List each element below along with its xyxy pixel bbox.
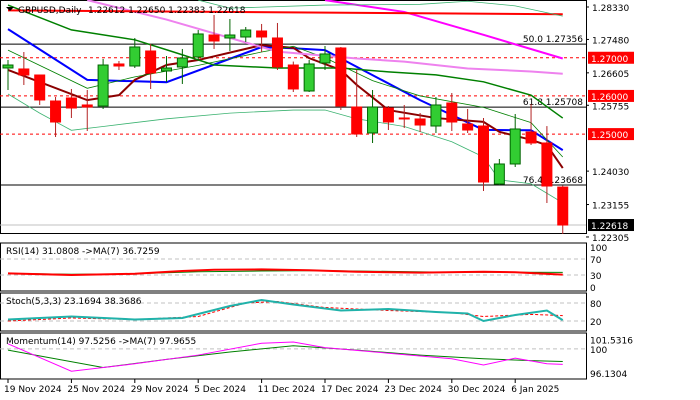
candle-body: [2, 64, 14, 69]
candle-body: [97, 64, 109, 107]
candle-body: [65, 97, 77, 109]
candle-body: [145, 50, 157, 74]
candle-body: [525, 131, 537, 144]
level-label: 1.27000: [591, 55, 628, 65]
candle-body: [224, 34, 236, 39]
stoch-title: Stoch(5,3,3) 23.1694 38.3686: [6, 297, 142, 307]
level-label: 1.25000: [591, 131, 628, 141]
current-price-label: 1.22618: [591, 222, 628, 232]
fib-label: 61.8 1.25708: [523, 98, 583, 108]
candle-body: [509, 128, 521, 165]
rsi-pane[interactable]: RSI(14) 31.0808 ->MA(7) 36.7259 100 70 30 0: [0, 242, 607, 294]
y-tick-label: 100: [590, 244, 607, 254]
candle-body: [256, 30, 268, 38]
candle: [303, 60, 315, 92]
y-tick-label: 101.5316: [590, 336, 633, 346]
price-chart: 1.270001.260001.2500050.0 1.2735661.8 1.…: [0, 0, 700, 400]
x-tick-label: 19 Nov 2024: [4, 385, 62, 395]
x-tick-label: 5 Dec 2024: [194, 385, 246, 395]
candle-body: [351, 106, 363, 135]
x-tick-label: 17 Dec 2024: [321, 385, 379, 395]
momentum-pane[interactable]: Momentum(14) 97.5256 ->MA(7) 97.9655 101.…: [0, 332, 633, 380]
candle-body: [557, 186, 569, 226]
candle-body: [176, 57, 188, 68]
candle-body: [414, 118, 426, 126]
candle-body: [113, 63, 125, 67]
candle-body: [34, 74, 46, 101]
y-tick-label: 1.28330: [592, 4, 629, 14]
candle-body: [430, 104, 442, 127]
mom-title: Momentum(14) 97.5256 ->MA(7) 97.9655: [6, 337, 196, 347]
y-tick-label: 20: [590, 318, 602, 328]
y-tick-label: 70: [590, 256, 602, 266]
candle-body: [161, 67, 172, 72]
candle-body: [446, 102, 458, 123]
y-tick-label: 0: [590, 284, 596, 294]
chart-header: GBPUSD,Daily 1.22612 1.22650 1.22383 1.2…: [6, 6, 246, 16]
candle-body: [287, 64, 299, 90]
candle-body: [462, 123, 474, 131]
candle-body: [240, 29, 252, 38]
candle-body: [398, 117, 410, 120]
candle-body: [478, 125, 489, 183]
y-tick-label: 1.25755: [592, 102, 629, 112]
candle-body: [50, 100, 62, 123]
y-tick-label: 1.26605: [592, 70, 629, 80]
candle-body: [129, 46, 141, 67]
candle-body: [208, 34, 220, 42]
x-tick-label: 29 Nov 2024: [131, 385, 189, 395]
symbol-title: GBPUSD,Daily: [18, 6, 82, 16]
y-tick-label: 80: [590, 300, 602, 310]
candle-body: [319, 53, 331, 64]
x-tick-label: 30 Dec 2024: [448, 385, 506, 395]
x-tick-label: 23 Dec 2024: [384, 385, 442, 395]
candle-body: [192, 33, 204, 58]
y-tick-label: 1.22305: [592, 234, 629, 244]
candle: [335, 46, 347, 111]
y-tick-label: 100: [590, 346, 607, 356]
y-tick-label: 1.24030: [592, 168, 629, 178]
fib-label: 50.0 1.27356: [523, 35, 583, 45]
candle: [97, 58, 109, 109]
candle-body: [382, 107, 394, 123]
y-tick-label: 1.27480: [592, 36, 629, 46]
candle-body: [303, 63, 315, 92]
candle: [478, 117, 489, 192]
x-tick-label: 11 Dec 2024: [258, 385, 316, 395]
candle: [192, 30, 204, 61]
candle-body: [367, 106, 379, 134]
candle-body: [541, 142, 553, 187]
candle-body: [18, 68, 30, 76]
y-tick-label: 96.1304: [590, 370, 627, 380]
candle-body: [335, 47, 347, 107]
x-tick-label: 25 Nov 2024: [67, 385, 125, 395]
candle: [287, 61, 299, 92]
ohlc-readout: 1.22612 1.22650 1.22383 1.22618: [88, 6, 246, 16]
stochastic-pane[interactable]: Stoch(5,3,3) 23.1694 38.3686 80 20: [0, 292, 602, 332]
y-tick-label: 1.23155: [592, 202, 629, 212]
rsi-title: RSI(14) 31.0808 ->MA(7) 36.7259: [6, 247, 160, 257]
candle-body: [493, 163, 505, 185]
candle-body: [81, 104, 93, 108]
candle-body: [271, 37, 283, 68]
y-tick-label: 30: [590, 272, 602, 282]
x-tick-label: 6 Jan 2025: [511, 385, 559, 395]
